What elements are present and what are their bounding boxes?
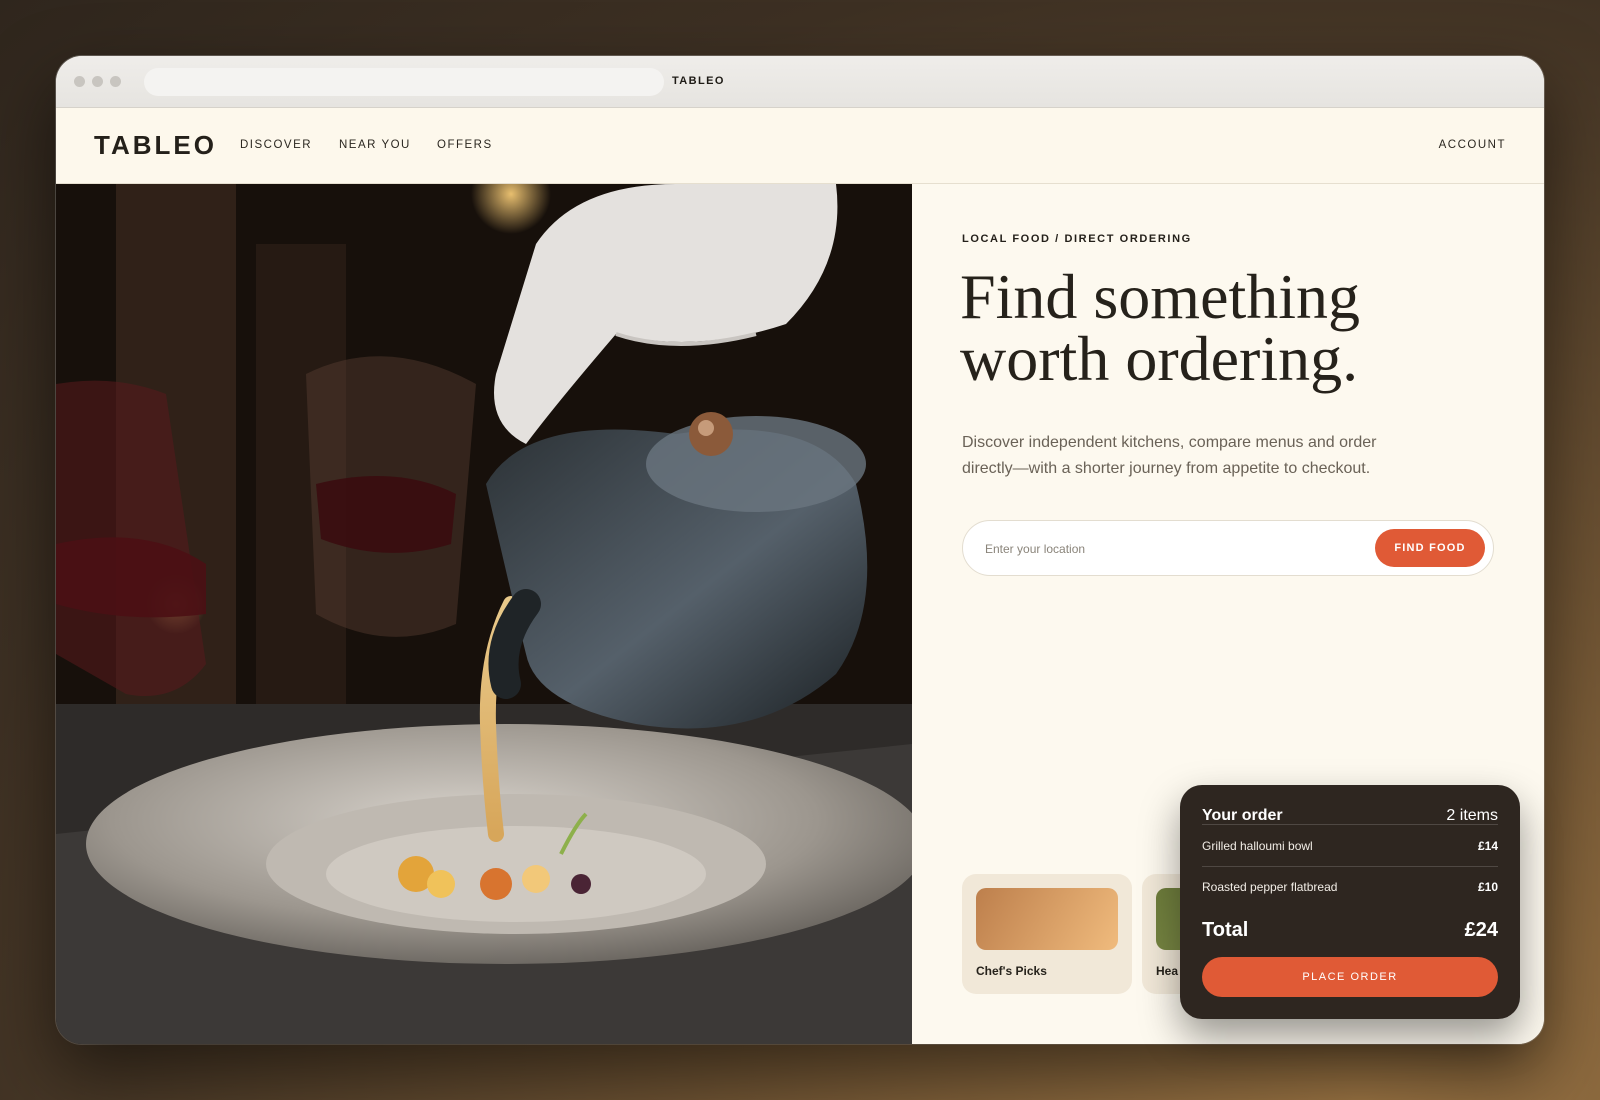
hero-headline-line1: Find something <box>960 261 1361 332</box>
order-total-value: £24 <box>1464 919 1498 941</box>
hero-eyebrow: LOCAL FOOD / DIRECT ORDERING <box>962 233 1192 245</box>
nav-account[interactable]: ACCOUNT <box>1439 139 1506 151</box>
nav-near-you[interactable]: NEAR YOU <box>339 139 411 151</box>
address-bar[interactable] <box>144 68 664 96</box>
category-label: Hea <box>1156 964 1179 978</box>
order-item-price: £14 <box>1477 839 1498 853</box>
window-maximize-dot[interactable] <box>110 76 121 87</box>
browser-chrome: TABLEO <box>56 56 1544 108</box>
order-title: Your order <box>1202 807 1283 824</box>
order-item-name: Roasted pepper flatbread <box>1202 880 1338 894</box>
divider <box>1202 866 1498 867</box>
teapot-pour-illustration <box>56 184 912 1044</box>
window-minimize-dot[interactable] <box>92 76 103 87</box>
hero-food-photo <box>56 184 912 1044</box>
site-logo[interactable]: TABLEO <box>94 130 217 161</box>
order-summary-panel: Your order 2 items Grilled halloumi bowl… <box>1180 785 1520 1019</box>
category-card-chefs-picks[interactable]: Chef's Picks <box>962 874 1132 994</box>
nav-offers[interactable]: OFFERS <box>437 139 493 151</box>
location-search: FIND FOOD <box>962 520 1494 576</box>
window-close-dot[interactable] <box>74 76 85 87</box>
order-item-price: £10 <box>1477 880 1498 894</box>
order-item-count: 2 items <box>1446 807 1498 824</box>
hero-headline-line2: worth ordering. <box>960 323 1359 394</box>
place-order-button[interactable]: PLACE ORDER <box>1202 957 1498 997</box>
nav-discover[interactable]: DISCOVER <box>240 139 312 151</box>
site-header: TABLEO DISCOVER NEAR YOU OFFERS ACCOUNT <box>56 108 1544 184</box>
order-total-label: Total <box>1202 919 1249 941</box>
category-label: Chef's Picks <box>976 964 1047 978</box>
divider <box>1202 824 1498 825</box>
location-input[interactable] <box>985 536 1365 562</box>
find-food-button[interactable]: FIND FOOD <box>1375 529 1485 567</box>
category-thumbnail <box>976 888 1118 950</box>
hero-subtext: Discover independent kitchens, compare m… <box>962 434 1377 477</box>
hero-headline: Find something worth ordering. <box>960 261 1480 394</box>
order-item-name: Grilled halloumi bowl <box>1202 839 1313 853</box>
tab-title: TABLEO <box>672 75 725 87</box>
